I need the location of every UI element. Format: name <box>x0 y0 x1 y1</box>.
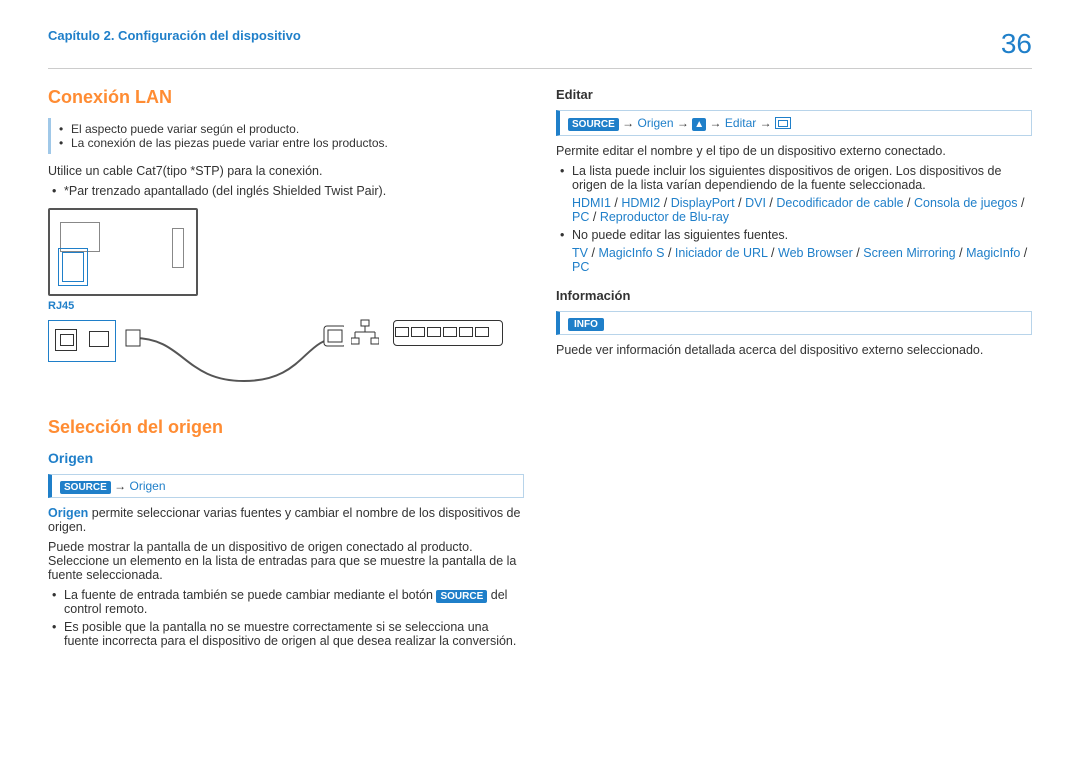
editar-para: Permite editar el nombre y el tipo de un… <box>556 144 1032 158</box>
src-game: Consola de juegos <box>914 196 1018 210</box>
heading-lan: Conexión LAN <box>48 87 524 108</box>
origen-path-label: Origen <box>129 479 165 493</box>
src-cable: Decodificador de cable <box>776 196 903 210</box>
src-magicinfo: MagicInfo <box>966 246 1020 260</box>
source-button-badge-inline: SOURCE <box>436 590 487 603</box>
editar-link: Editar <box>725 116 756 130</box>
src-magicinfos: MagicInfo S <box>598 246 664 260</box>
info-para: Puede ver información detallada acerca d… <box>556 343 1032 357</box>
cat7-text: Utilice un cable Cat7(tipo *STP) para la… <box>48 164 524 178</box>
arrow-icon: → <box>710 116 722 130</box>
enter-icon <box>775 117 791 129</box>
info-button-badge: INFO <box>568 318 604 331</box>
origen-bullet-1: La fuente de entrada también se puede ca… <box>48 588 524 616</box>
device-illustration <box>48 208 198 296</box>
lan-note-1: El aspecto puede variar según el product… <box>59 122 516 136</box>
page-number: 36 <box>1001 28 1032 60</box>
editar-bullet-2: No puede editar las siguientes fuentes. … <box>556 228 1032 274</box>
source-button-badge-2: SOURCE <box>568 118 619 131</box>
editar-bullet-1: La lista puede incluir los siguientes di… <box>556 164 1032 224</box>
router-illustration <box>393 320 503 346</box>
arrow-icon: → <box>760 116 772 130</box>
heading-informacion: Información <box>556 288 1032 303</box>
src-pc2: PC <box>572 260 589 274</box>
src-bluray: Reproductor de Blu-ray <box>600 210 729 224</box>
arrow-icon: → <box>622 116 634 130</box>
lan-note-2: La conexión de las piezas puede variar e… <box>59 136 516 150</box>
stp-note: *Par trenzado apantallado (del inglés Sh… <box>48 184 524 198</box>
lan-info-box: El aspecto puede variar según el product… <box>48 118 524 154</box>
src-hdmi1: HDMI1 <box>572 196 611 210</box>
src-url: Iniciador de URL <box>675 246 768 260</box>
origen-term: Origen <box>48 506 88 520</box>
arrow-icon: → <box>677 116 689 130</box>
up-arrow-icon: ▲ <box>692 118 706 131</box>
cable-illustration <box>124 316 344 399</box>
editar-path-box: SOURCE → Origen → ▲ → Editar → <box>556 110 1032 136</box>
src-hdmi2: HDMI2 <box>621 196 660 210</box>
src-screenmirror: Screen Mirroring <box>863 246 955 260</box>
rj45-port-illustration <box>48 320 116 362</box>
lan-network-icon <box>351 318 379 349</box>
source-button-badge: SOURCE <box>60 481 111 494</box>
arrow-icon: → <box>114 479 126 493</box>
src-webbrowser: Web Browser <box>778 246 853 260</box>
src-displayport: DisplayPort <box>671 196 735 210</box>
origen-bullet-2: Es posible que la pantalla no se muestre… <box>48 620 524 648</box>
origen-link: Origen <box>637 116 673 130</box>
src-pc: PC <box>572 210 589 224</box>
rj45-label: RJ45 <box>48 300 524 312</box>
origen-desc: Origen permite seleccionar varias fuente… <box>48 506 524 534</box>
lan-diagram: RJ45 <box>48 208 524 399</box>
header-divider <box>48 68 1032 69</box>
src-tv: TV <box>572 246 588 260</box>
chapter-label: Capítulo 2. Configuración del dispositiv… <box>48 28 301 43</box>
heading-editar: Editar <box>556 87 1032 102</box>
origen-path-box: SOURCE → Origen <box>48 474 524 498</box>
origen-para-2: Puede mostrar la pantalla de un disposit… <box>48 540 524 582</box>
heading-origen: Origen <box>48 450 524 466</box>
heading-source-select: Selección del origen <box>48 417 524 438</box>
info-path-box: INFO <box>556 311 1032 335</box>
src-dvi: DVI <box>745 196 766 210</box>
